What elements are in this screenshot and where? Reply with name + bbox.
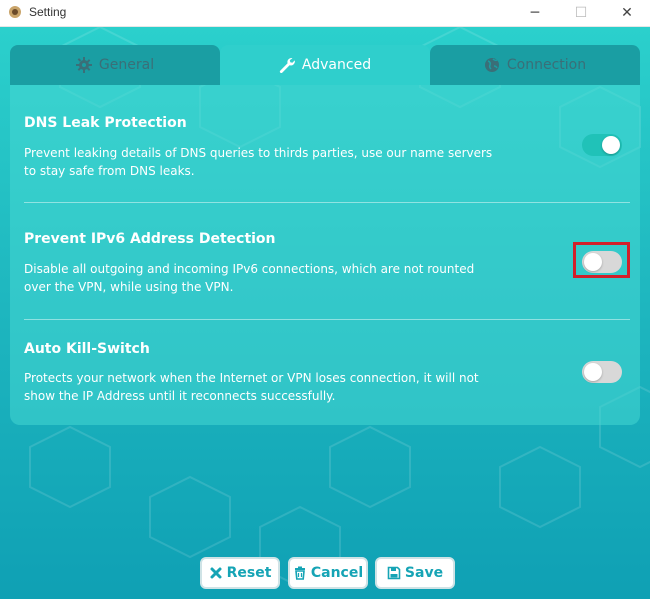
save-button[interactable]: Save: [375, 557, 455, 589]
auto-kill-switch-toggle[interactable]: [582, 361, 622, 383]
globe-icon: [484, 58, 499, 72]
close-button[interactable]: ✕: [604, 0, 650, 26]
divider: [24, 319, 630, 320]
tab-connection[interactable]: Connection: [430, 45, 640, 85]
setting-description: Protects your network when the Internet …: [24, 371, 479, 403]
tab-general-label: General: [98, 57, 155, 73]
setting-title: Auto Kill-Switch: [24, 341, 150, 357]
advanced-settings-panel: DNS Leak Protection Prevent leaking deta…: [10, 85, 640, 425]
toggle-knob: [602, 136, 620, 154]
title-bar: Setting ─ ☐ ✕: [0, 0, 650, 27]
app-logo-icon: [9, 6, 21, 18]
settings-content: General Advanced Connection DNS Leak Pro…: [0, 27, 650, 599]
reset-label: Reset: [226, 565, 272, 581]
minimize-button[interactable]: ─: [512, 0, 558, 26]
wrench-icon: [279, 58, 295, 73]
maximize-button[interactable]: ☐: [558, 0, 604, 26]
tab-advanced[interactable]: Advanced: [220, 45, 430, 85]
tab-advanced-label: Advanced: [301, 57, 372, 73]
gear-icon: [75, 57, 92, 73]
tab-connection-label: Connection: [506, 57, 587, 73]
setting-description: Disable all outgoing and incoming IPv6 c…: [24, 262, 475, 294]
tab-general[interactable]: General: [10, 45, 220, 85]
cancel-label: Cancel: [310, 565, 364, 581]
settings-window: Setting ─ ☐ ✕ General Advanced Connectio…: [0, 0, 650, 599]
toggle-knob: [584, 363, 602, 381]
setting-title: DNS Leak Protection: [24, 115, 187, 131]
setting-description: Prevent leaking details of DNS queries t…: [24, 146, 493, 178]
reset-button[interactable]: Reset: [200, 557, 280, 589]
window-title: Setting: [29, 5, 67, 19]
close-x-icon: [210, 567, 222, 579]
dns-leak-protection-toggle[interactable]: [582, 134, 622, 156]
save-label: Save: [404, 565, 444, 581]
highlight-box: [573, 242, 630, 278]
setting-title: Prevent IPv6 Address Detection: [24, 231, 276, 247]
divider: [24, 202, 630, 203]
cancel-button[interactable]: Cancel: [288, 557, 368, 589]
tab-bar: General Advanced Connection: [10, 45, 640, 85]
floppy-disk-icon: [387, 566, 401, 580]
trash-icon: [294, 566, 305, 580]
